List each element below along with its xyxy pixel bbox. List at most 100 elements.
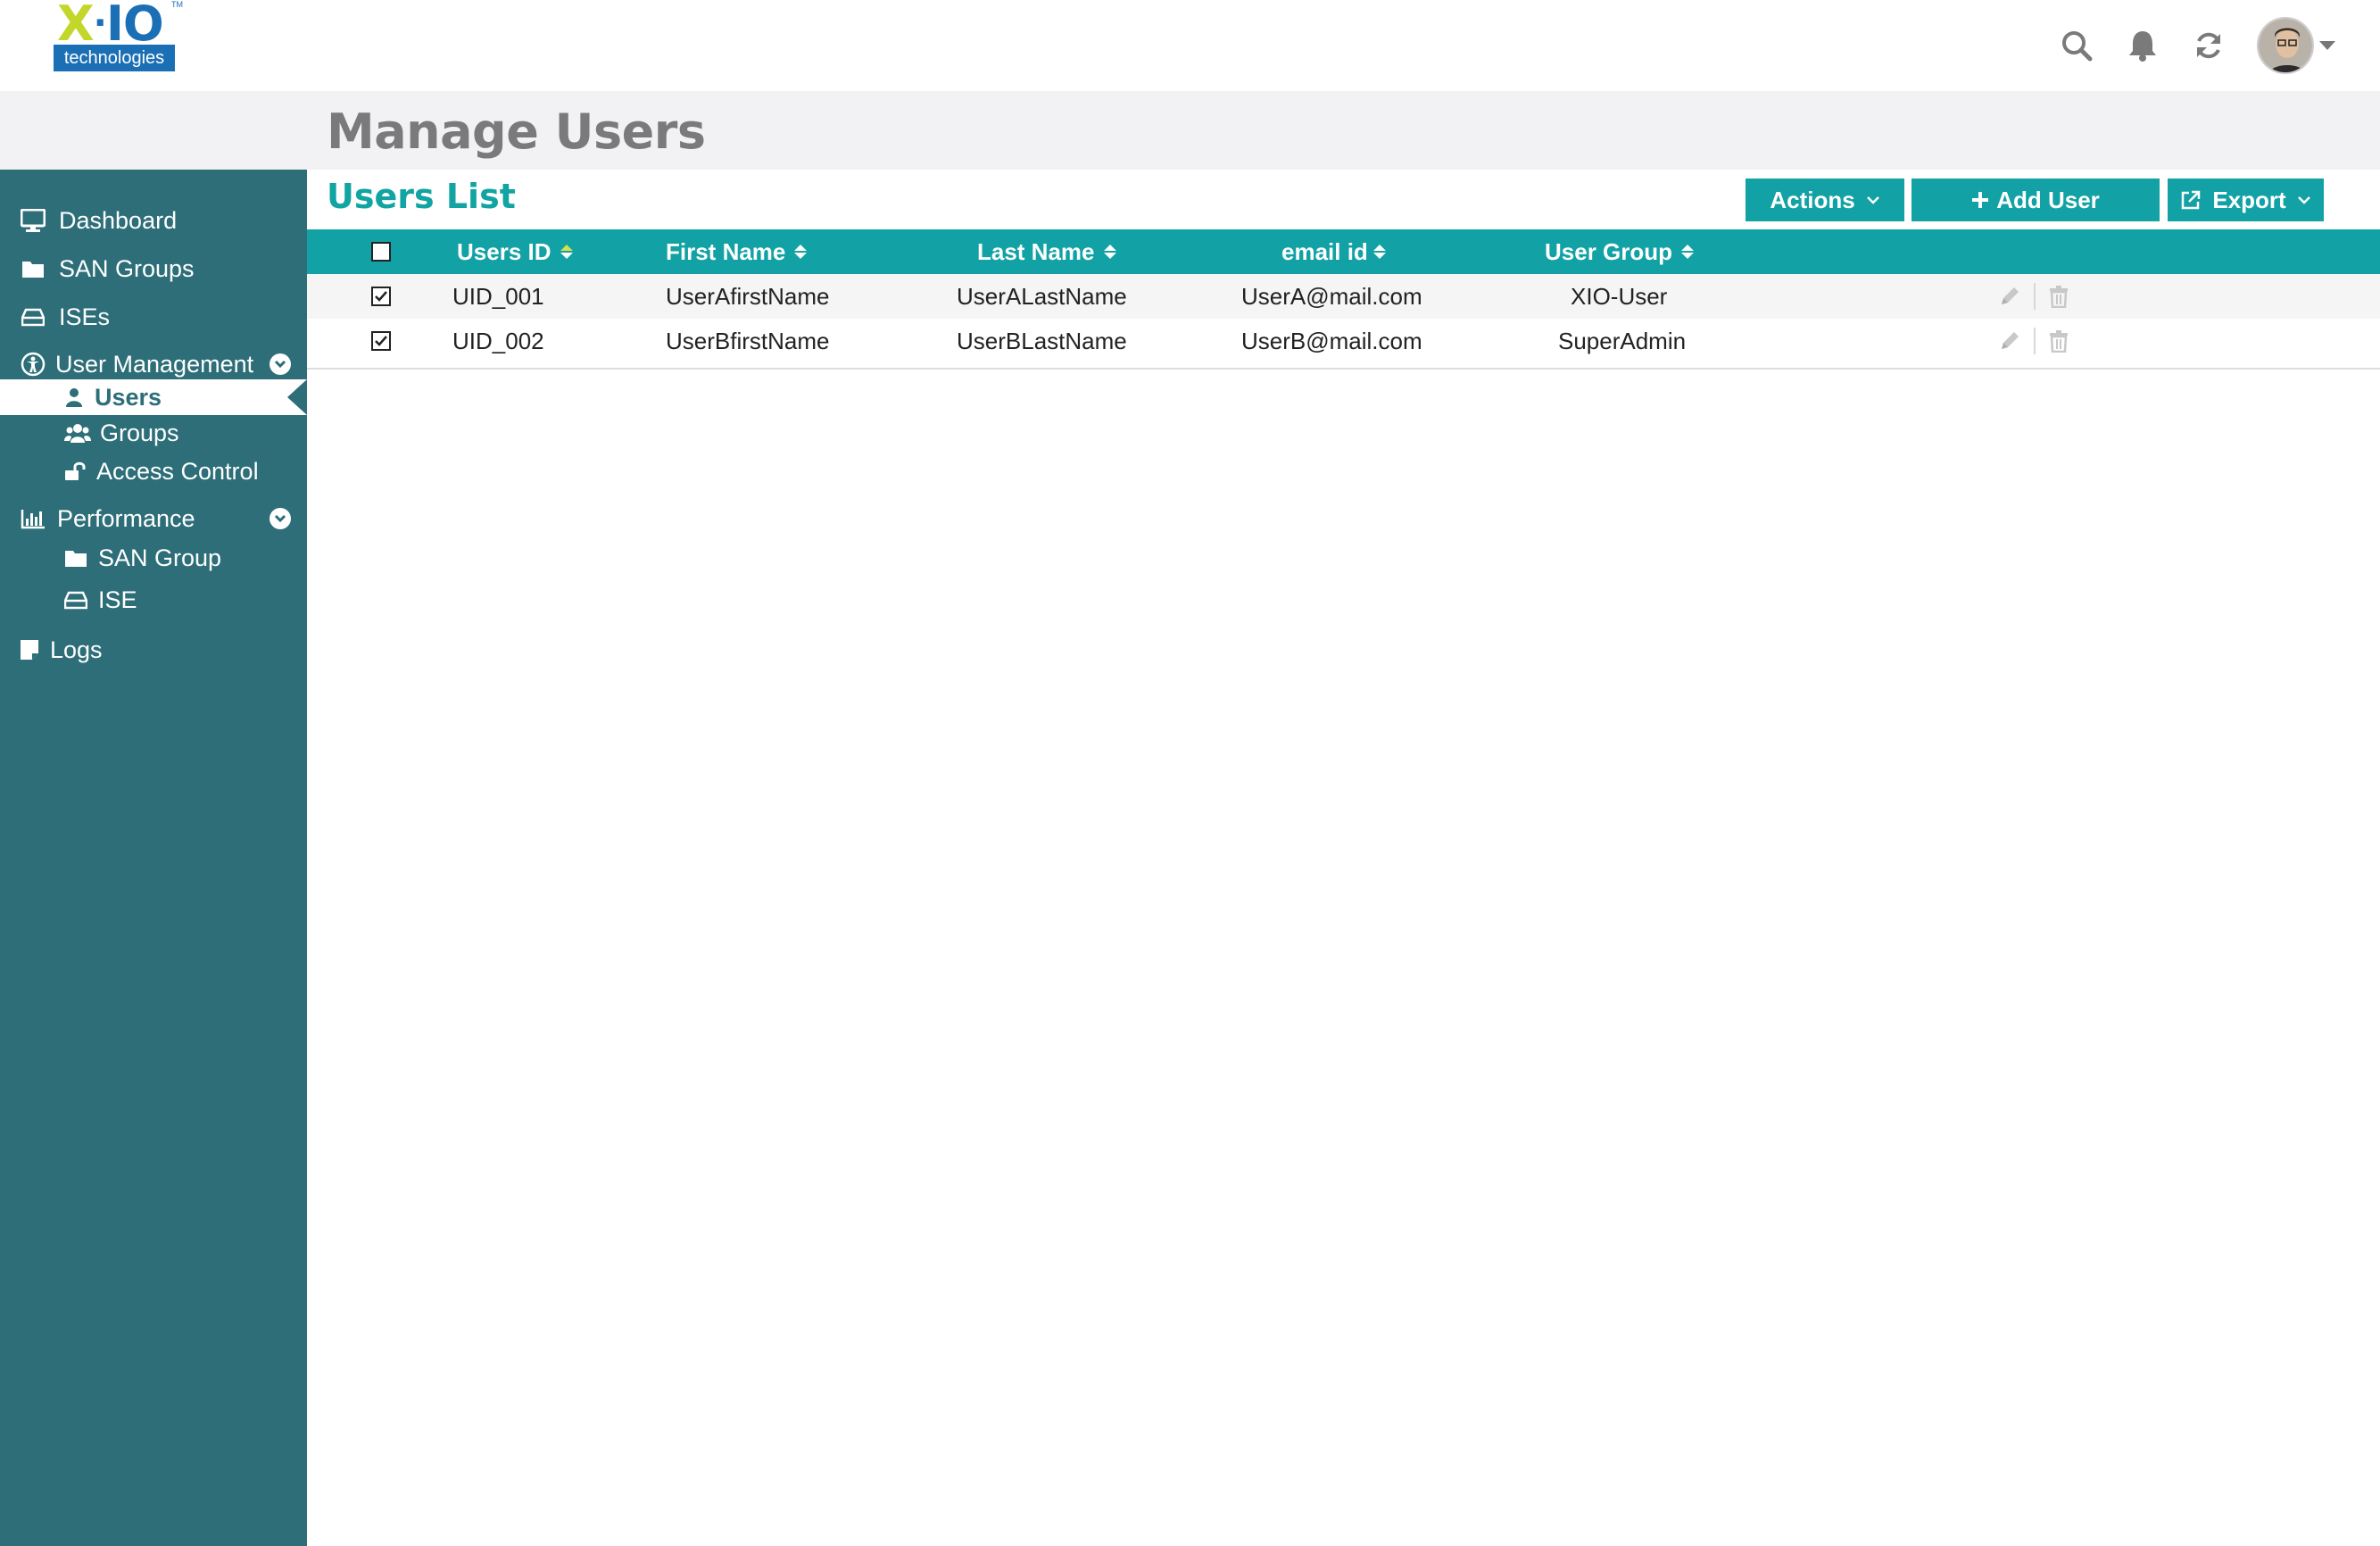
sidebar-item-label: Access Control: [96, 457, 259, 485]
sidebar-item-access-control[interactable]: Access Control: [0, 453, 307, 489]
sidebar-item-san-groups[interactable]: SAN Groups: [0, 246, 307, 291]
checkbox[interactable]: [371, 242, 391, 262]
cell-user-id: UID_002: [452, 327, 544, 354]
note-icon: [20, 636, 39, 663]
sidebar-item-performance[interactable]: Performance: [0, 496, 307, 541]
check-icon: [375, 291, 387, 302]
sidebar-item-groups[interactable]: Groups: [0, 415, 307, 451]
trash-icon[interactable]: [2048, 329, 2069, 353]
sidebar-item-dashboard[interactable]: Dashboard: [0, 198, 307, 243]
sidebar-item-users[interactable]: Users: [0, 379, 307, 415]
cell-user-group: XIO-User: [1571, 282, 1668, 310]
export-button[interactable]: Export: [2168, 179, 2324, 221]
folder-icon: [64, 544, 87, 571]
trash-icon[interactable]: [2048, 285, 2069, 308]
checkbox[interactable]: [371, 331, 391, 351]
chevron-down-icon[interactable]: [270, 508, 291, 529]
unlock-icon: [64, 458, 86, 485]
sort-icon[interactable]: [1681, 245, 1695, 259]
row-checkbox[interactable]: [371, 274, 391, 319]
drive-icon: [20, 303, 46, 330]
column-user-group[interactable]: User Group: [1545, 229, 1695, 274]
column-first-name[interactable]: First Name: [666, 229, 808, 274]
column-label: Last Name: [977, 237, 1095, 265]
monitor-icon: [20, 207, 46, 234]
avatar: [2257, 17, 2314, 74]
cell-email: UserA@mail.com: [1241, 282, 1422, 310]
sidebar-item-logs[interactable]: Logs: [0, 628, 307, 672]
logo-subtitle: technologies: [54, 45, 175, 71]
chevron-down-icon: [2297, 196, 2310, 204]
refresh-icon[interactable]: [2191, 28, 2227, 63]
chevron-down-icon: [1866, 196, 1879, 204]
divider: [2034, 283, 2036, 310]
sidebar-item-label: ISEs: [59, 303, 111, 330]
sidebar-item-label: Logs: [50, 636, 103, 663]
checkbox[interactable]: [371, 287, 391, 306]
top-icons: [2059, 16, 2335, 75]
sidebar-item-label: Dashboard: [59, 206, 178, 234]
divider: [2034, 328, 2036, 354]
user-icon: [64, 384, 84, 411]
column-email-id[interactable]: email id: [1281, 229, 1386, 274]
export-label: Export: [2212, 186, 2286, 213]
actions-label: Actions: [1770, 186, 1855, 213]
search-icon[interactable]: [2059, 28, 2094, 63]
sidebar-item-label: ISE: [98, 586, 137, 613]
column-label: User Group: [1545, 237, 1673, 265]
user-menu[interactable]: [2257, 17, 2335, 74]
chevron-down-icon[interactable]: [270, 353, 291, 375]
sidebar-item-label: Users: [95, 383, 162, 411]
edit-icon[interactable]: [1998, 329, 2021, 353]
cell-user-id: UID_001: [452, 282, 544, 310]
top-bar: X·IO TM technologies: [0, 0, 2380, 91]
user-management-icon: [20, 351, 46, 378]
sidebar-item-label: SAN Groups: [59, 254, 195, 282]
bar-chart-icon: [20, 505, 46, 532]
sort-icon[interactable]: [1103, 245, 1116, 259]
column-label: email id: [1281, 237, 1368, 265]
add-user-label: Add User: [1996, 186, 2100, 213]
actions-button[interactable]: Actions: [1746, 179, 1904, 221]
cell-email: UserB@mail.com: [1241, 327, 1422, 354]
sort-icon[interactable]: [1372, 245, 1386, 259]
sort-icon[interactable]: [794, 245, 808, 259]
section-title: Users List: [327, 177, 516, 216]
row-actions: [1998, 274, 2069, 319]
select-all-checkbox[interactable]: [371, 229, 391, 274]
cell-last-name: UserBLastName: [957, 327, 1127, 354]
sidebar-item-san-group[interactable]: SAN Group: [0, 540, 307, 576]
add-user-button[interactable]: Add User: [1911, 179, 2160, 221]
sidebar-item-ises[interactable]: ISEs: [0, 295, 307, 339]
cell-first-name: UserAfirstName: [666, 282, 830, 310]
bell-icon[interactable]: [2125, 28, 2160, 63]
cell-last-name: UserALastName: [957, 282, 1127, 310]
logo-trademark: TM: [171, 0, 183, 9]
active-indicator: [287, 379, 307, 415]
xio-logo[interactable]: X·IO TM technologies: [54, 0, 183, 73]
cell-user-group: SuperAdmin: [1558, 327, 1687, 354]
sidebar-item-ise[interactable]: ISE: [0, 582, 307, 618]
sidebar-item-label: User Management: [55, 350, 254, 378]
check-icon: [375, 336, 387, 346]
external-link-icon: [2182, 190, 2201, 210]
table-row[interactable]: UID_001 UserAfirstName UserALastName Use…: [307, 274, 2380, 319]
row-actions: [1998, 319, 2069, 363]
page-header: Manage Users: [0, 91, 2380, 170]
cell-first-name: UserBfirstName: [666, 327, 830, 354]
column-last-name[interactable]: Last Name: [977, 229, 1116, 274]
table-divider: [307, 368, 2380, 370]
sort-icon[interactable]: [560, 245, 573, 259]
folder-icon: [20, 255, 46, 282]
edit-icon[interactable]: [1998, 285, 2021, 308]
plus-icon: [1972, 192, 1989, 208]
sidebar-item-label: SAN Group: [98, 544, 222, 571]
row-checkbox[interactable]: [371, 319, 391, 363]
drive-icon: [64, 586, 87, 613]
column-users-id[interactable]: Users ID: [457, 229, 573, 274]
table-row[interactable]: UID_002 UserBfirstName UserBLastName Use…: [307, 319, 2380, 363]
table-header: Users ID First Name Last Name email id U…: [307, 229, 2380, 274]
sidebar-item-label: Performance: [57, 504, 195, 532]
column-label: First Name: [666, 237, 786, 265]
sidebar: Dashboard SAN Groups ISEs User Managemen…: [0, 170, 307, 1546]
